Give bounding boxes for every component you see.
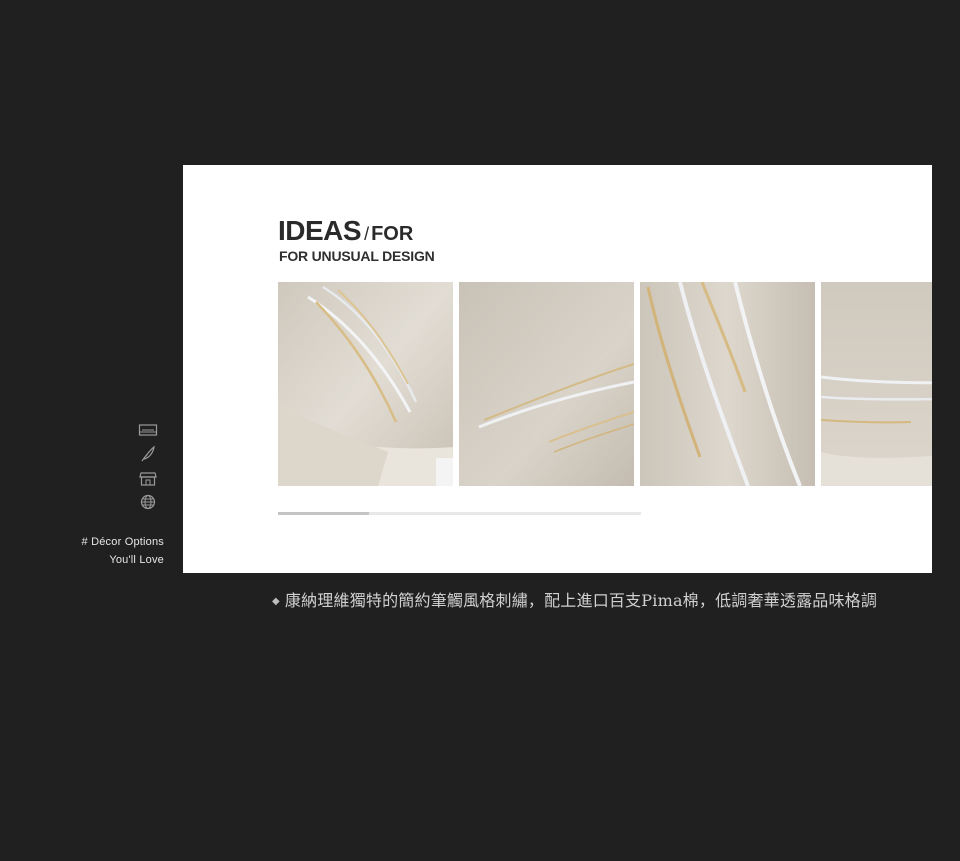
section-heading: IDEAS / FOR FOR UNUSUAL DESIGN <box>278 215 435 264</box>
heading-title: IDEAS <box>278 215 362 246</box>
globe-icon[interactable] <box>138 493 158 511</box>
gallery-photo-pillow[interactable] <box>278 282 453 486</box>
gallery-photo-detail[interactable] <box>821 282 932 486</box>
gallery-photo-stripes[interactable] <box>640 282 815 486</box>
feather-icon[interactable] <box>138 445 158 463</box>
heading-subtitle: FOR UNUSUAL DESIGN <box>279 248 435 264</box>
heading-slash: / <box>364 224 370 244</box>
diamond-icon: ◆ <box>272 596 280 607</box>
sidebar-icons <box>136 421 160 511</box>
carousel-progress-fill <box>278 512 369 515</box>
bed-icon[interactable] <box>138 421 158 439</box>
product-caption: ◆ 康納理維獨特的簡約筆觸風格刺繡，配上進口百支Pima棉，低調奢華透露品味格調 <box>272 589 877 614</box>
gallery-photo-sheet[interactable] <box>459 282 634 486</box>
decor-tagline-primary: # Décor Options <box>81 536 164 548</box>
caption-text: 康納理維獨特的簡約筆觸風格刺繡，配上進口百支Pima棉，低調奢華透露品味格調 <box>284 591 878 610</box>
decor-tagline-secondary: You'll Love <box>109 554 164 566</box>
decor-tagline: # Décor Options You'll Love <box>40 533 164 569</box>
heading-for: FOR <box>371 223 414 245</box>
store-icon[interactable] <box>138 469 158 487</box>
carousel-progress-track[interactable] <box>278 512 641 515</box>
ideas-panel: IDEAS / FOR FOR UNUSUAL DESIGN <box>183 165 932 573</box>
photo-carousel[interactable] <box>278 282 932 486</box>
